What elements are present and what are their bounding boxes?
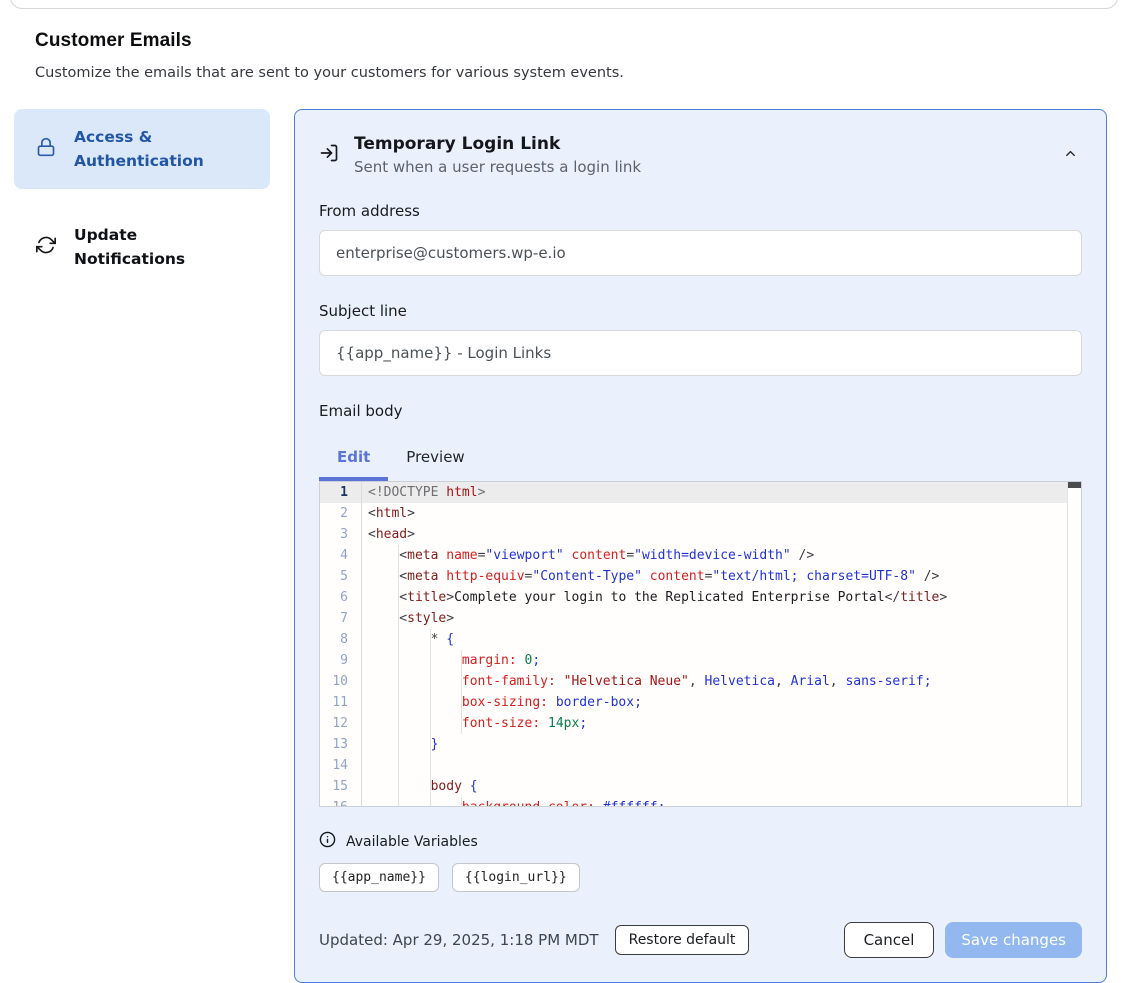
line-number: 16 xyxy=(320,797,362,807)
line-number: 1 xyxy=(320,482,362,503)
sidebar-item-access-authentication[interactable]: Access & Authentication xyxy=(14,109,270,189)
code-line: 3<head> xyxy=(320,524,1081,545)
lock-icon xyxy=(36,137,56,161)
line-number: 12 xyxy=(320,713,362,734)
page-title: Customer Emails xyxy=(35,30,1093,52)
temporary-login-link-panel: Temporary Login Link Sent when a user re… xyxy=(294,109,1107,983)
variable-chip[interactable]: {{app_name}} xyxy=(319,863,439,892)
variable-chips: {{app_name}} {{login_url}} xyxy=(319,863,1082,892)
code-line: 15body { xyxy=(320,776,1081,797)
updated-timestamp: Updated: Apr 29, 2025, 1:18 PM MDT xyxy=(319,931,599,949)
line-number: 11 xyxy=(320,692,362,713)
code-line: 10font-family: "Helvetica Neue", Helveti… xyxy=(320,671,1081,692)
code-line: 13} xyxy=(320,734,1081,755)
previous-card-edge xyxy=(10,0,1118,9)
code-line: 4<meta name="viewport" content="width=de… xyxy=(320,545,1081,566)
chevron-up-icon xyxy=(1063,149,1078,164)
page-header: Customer Emails Customize the emails tha… xyxy=(0,0,1128,81)
tab-preview[interactable]: Preview xyxy=(388,444,482,481)
code-line: 12font-size: 14px; xyxy=(320,713,1081,734)
code-editor[interactable]: 1<!DOCTYPE html>2<html>3<head>4<meta nam… xyxy=(319,481,1082,807)
available-variables-label: Available Variables xyxy=(346,834,478,850)
info-icon xyxy=(319,831,336,852)
email-body-label: Email body xyxy=(319,402,1082,420)
panel-subtitle: Sent when a user requests a login link xyxy=(354,158,1044,176)
code-line: 6<title>Complete your login to the Repli… xyxy=(320,587,1081,608)
code-line: 9margin: 0; xyxy=(320,650,1081,671)
refresh-icon xyxy=(36,235,56,259)
code-line: 11box-sizing: border-box; xyxy=(320,692,1081,713)
line-number: 15 xyxy=(320,776,362,797)
page-description: Customize the emails that are sent to yo… xyxy=(35,65,1093,81)
code-line: 14 xyxy=(320,755,1081,776)
line-number: 13 xyxy=(320,734,362,755)
sidebar-item-label: Update Notifications xyxy=(74,223,252,271)
save-changes-button[interactable]: Save changes xyxy=(945,922,1082,958)
code-line: 2<html> xyxy=(320,503,1081,524)
from-address-input[interactable] xyxy=(319,230,1082,276)
sidebar-item-label: Access & Authentication xyxy=(74,125,252,173)
code-lines: 1<!DOCTYPE html>2<html>3<head>4<meta nam… xyxy=(320,482,1081,807)
line-number: 8 xyxy=(320,629,362,650)
email-body-tabs: Edit Preview xyxy=(319,444,1082,481)
cancel-button[interactable]: Cancel xyxy=(844,922,935,958)
code-line: 8* { xyxy=(320,629,1081,650)
sidebar-item-update-notifications[interactable]: Update Notifications xyxy=(14,207,270,287)
tab-edit[interactable]: Edit xyxy=(319,444,388,481)
code-line: 16background-color: #ffffff; xyxy=(320,797,1081,807)
line-number: 3 xyxy=(320,524,362,545)
panel-footer: Updated: Apr 29, 2025, 1:18 PM MDT Resto… xyxy=(319,922,1082,958)
variable-chip[interactable]: {{login_url}} xyxy=(452,863,580,892)
restore-default-button[interactable]: Restore default xyxy=(615,925,750,955)
subject-line-input[interactable] xyxy=(319,330,1082,376)
code-line: 7<style> xyxy=(320,608,1081,629)
line-number: 4 xyxy=(320,545,362,566)
line-number: 5 xyxy=(320,566,362,587)
code-line: 5<meta http-equiv="Content-Type" content… xyxy=(320,566,1081,587)
collapse-button[interactable] xyxy=(1059,142,1082,168)
line-number: 14 xyxy=(320,755,362,776)
line-number: 7 xyxy=(320,608,362,629)
panel-title: Temporary Login Link xyxy=(354,134,1044,154)
editor-scrollbar[interactable] xyxy=(1067,482,1081,806)
from-address-label: From address xyxy=(319,202,1082,220)
code-line: 1<!DOCTYPE html> xyxy=(320,482,1081,503)
line-number: 10 xyxy=(320,671,362,692)
line-number: 2 xyxy=(320,503,362,524)
line-number: 6 xyxy=(320,587,362,608)
panel-header[interactable]: Temporary Login Link Sent when a user re… xyxy=(319,134,1082,176)
line-number: 9 xyxy=(320,650,362,671)
subject-line-label: Subject line xyxy=(319,302,1082,320)
email-types-sidebar: Access & Authentication Update Notificat… xyxy=(14,109,270,287)
log-in-icon xyxy=(319,143,339,167)
scrollbar-thumb[interactable] xyxy=(1068,482,1081,488)
